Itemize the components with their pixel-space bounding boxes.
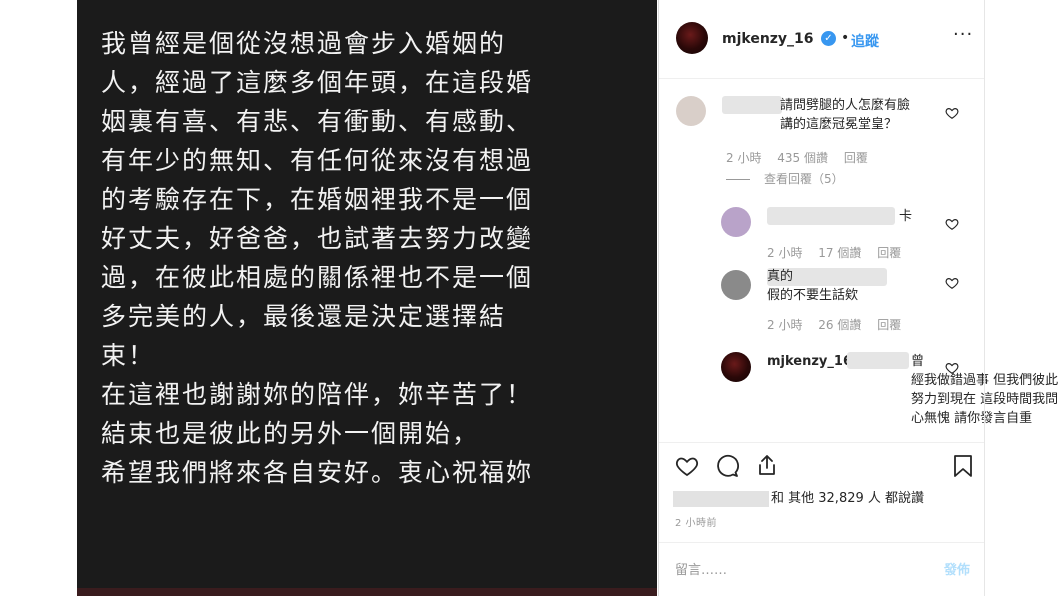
author-avatar[interactable] xyxy=(676,22,708,54)
heart-icon[interactable] xyxy=(945,276,959,290)
more-options-icon[interactable]: ··· xyxy=(953,24,973,45)
heart-icon[interactable] xyxy=(945,361,959,375)
comment-likes[interactable]: 435 個讚 xyxy=(777,151,828,165)
heart-icon[interactable] xyxy=(675,454,699,478)
post-text-line: 姻裏有喜、有悲、有衝動、有感動、 xyxy=(101,107,534,136)
post-time: 2 小時前 xyxy=(675,518,718,529)
heart-icon[interactable] xyxy=(945,106,959,120)
post-text-line: 在這裡也謝謝妳的陪伴，妳辛苦了！ xyxy=(101,380,534,409)
commenter-username-blurred xyxy=(767,207,895,225)
post-text-line: 有年少的無知、有任何從來沒有想過 xyxy=(101,146,534,175)
replies-line xyxy=(726,179,750,180)
reply-button[interactable]: 回覆 xyxy=(877,246,901,260)
liker-names-blurred xyxy=(673,490,769,507)
view-replies-label: 查看回覆（5） xyxy=(764,172,844,186)
post-image: 我曾經是個從沒想過會步入婚姻的 人，經過了這麼多個年頭，在這段婚 姻裏有喜、有悲、有… xyxy=(77,0,657,596)
comment-input[interactable]: 留言…… xyxy=(675,559,727,578)
share-icon[interactable] xyxy=(755,453,779,477)
post-comment-button[interactable]: 發佈 xyxy=(944,559,970,578)
comment-text: 真的 假的不要生話欸 xyxy=(767,269,859,303)
comment-time: 2 小時 xyxy=(726,151,762,165)
heart-icon[interactable] xyxy=(945,217,959,231)
post-text-line: 我曾經是個從沒想過會步入婚姻的 xyxy=(101,29,507,58)
comment-text: 卡 xyxy=(899,209,913,224)
view-replies-link[interactable]: 查看回覆（5） xyxy=(726,170,844,187)
image-bottom-strip xyxy=(77,588,657,596)
post-header: mjkenzy_16 ✓ • 追蹤 ··· xyxy=(659,0,984,79)
comment-meta: 2 小時 17 個讚 回覆 xyxy=(767,244,913,261)
author-username[interactable]: mjkenzy_16 xyxy=(722,31,814,47)
author-avatar[interactable] xyxy=(721,352,751,382)
right-edge-divider xyxy=(984,0,985,596)
post-text-line: 希望我們將來各自安好。衷心祝福妳 xyxy=(101,458,534,487)
verified-badge-icon: ✓ xyxy=(821,31,836,46)
post-text-line: 多完美的人，最後還是決定選擇結 xyxy=(101,302,507,331)
post-text-line: 的考驗存在下，在婚姻裡我不是一個 xyxy=(101,185,534,214)
comment-time: 2 小時 xyxy=(767,318,803,332)
comment-meta: 2 小時 435 個讚 回覆 xyxy=(726,149,880,166)
post-text: 我曾經是個從沒想過會步入婚姻的 人，經過了這麼多個年頭，在這段婚 姻裏有喜、有悲、有… xyxy=(101,24,533,492)
comment-text: 請問劈腿的人怎麼有臉 講的這麼冠冕堂皇？ xyxy=(780,98,911,132)
comment-icon[interactable] xyxy=(715,454,739,478)
post-text-line: 好丈夫，好爸爸，也試著去努力改變 xyxy=(101,224,534,253)
commenter-avatar-blurred xyxy=(721,207,751,237)
reply-button[interactable]: 回覆 xyxy=(844,151,868,165)
post-text-line: 結束也是彼此的另外一個開始， xyxy=(101,419,480,448)
post-text-line: 人，經過了這麼多個年頭，在這段婚 xyxy=(101,68,534,97)
comment-likes[interactable]: 26 個讚 xyxy=(818,318,861,332)
commenter-avatar-blurred xyxy=(676,96,706,126)
comments-panel: mjkenzy_16 ✓ • 追蹤 ··· 請問劈腿的人怎麼有臉 講的這麼冠冕堂… xyxy=(658,0,1058,597)
header-separator: • xyxy=(841,30,850,46)
post-text-line: 束！ xyxy=(101,341,156,370)
post-text-line: 過，在彼此相處的關係裡也不是一個 xyxy=(101,263,534,292)
comment-text: 曾 經我做錯過事 但我們彼此 努力到現在 這段時間我問 心無愧 請你發言自重 xyxy=(911,354,1059,426)
comment-box: 留言…… 發佈 xyxy=(659,542,984,597)
likes-summary[interactable]: 和 其他 32,829 人 都說讚 xyxy=(673,487,924,507)
bookmark-icon[interactable] xyxy=(952,454,974,478)
comment-likes[interactable]: 17 個讚 xyxy=(818,246,861,260)
commenter-avatar-blurred xyxy=(721,270,751,300)
action-bar xyxy=(659,442,984,483)
likes-text: 和 其他 32,829 人 都說讚 xyxy=(771,491,925,506)
comment-time: 2 小時 xyxy=(767,246,803,260)
follow-button[interactable]: 追蹤 xyxy=(851,31,879,51)
reply-button[interactable]: 回覆 xyxy=(877,318,901,332)
comment-meta: 2 小時 26 個讚 回覆 xyxy=(767,317,927,333)
